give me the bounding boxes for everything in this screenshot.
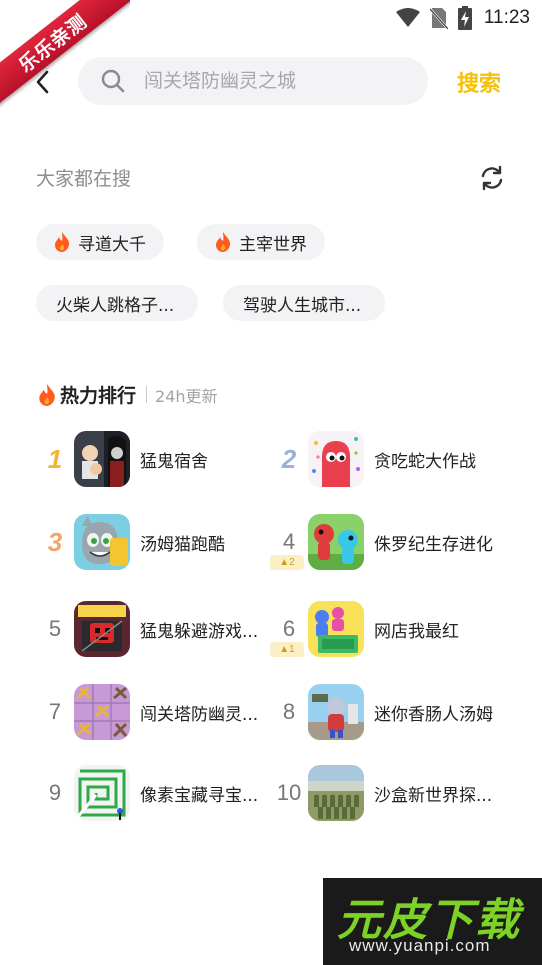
sausage-man-icon (308, 684, 364, 740)
search-icon (101, 69, 125, 93)
battery-charging-icon (457, 6, 472, 30)
hot-search-chip[interactable]: 火柴人跳格子... (36, 285, 198, 321)
ranking-item[interactable]: 3 汤姆猫跑酷 (36, 513, 286, 571)
hot-search-chip[interactable]: 驾驶人生城市... (223, 285, 385, 321)
ranking-title: 热力排行 (60, 385, 137, 407)
pixel-maze-icon (74, 765, 130, 821)
chip-label: 驾驶人生城市... (243, 295, 362, 316)
game-name: 猛鬼宿舍 (140, 451, 208, 472)
tower-defense-icon (74, 684, 130, 740)
back-button[interactable] (28, 67, 58, 97)
rank-change-badge: ▲1 (270, 642, 304, 657)
rank-number: 3 (47, 526, 63, 557)
game-name: 侏罗纪生存进化 (374, 534, 493, 555)
refresh-button[interactable] (478, 164, 506, 192)
rank-number: 7 (48, 699, 62, 724)
game-name: 沙盒新世界探... (374, 785, 493, 806)
rank-change-badge: ▲2 (270, 555, 304, 570)
ranking-item[interactable]: 5 猛鬼躲避游戏... (36, 600, 286, 658)
hot-search-title: 大家都在搜 (36, 168, 132, 190)
fire-icon (39, 383, 55, 406)
rank-number: 6 ▲1 (270, 616, 308, 657)
tom-cat-run-icon (74, 514, 130, 570)
rank-number: 4 ▲2 (270, 529, 308, 570)
game-name: 闯关塔防幽灵... (140, 704, 259, 725)
rank-number: 9 (48, 780, 62, 805)
search-button[interactable]: 搜索 (457, 66, 501, 98)
rank-number: 10 (276, 780, 302, 805)
game-name: 贪吃蛇大作战 (374, 451, 476, 472)
rank-change-value: 1 (289, 644, 295, 655)
rank-number: 1 (47, 443, 63, 474)
game-name: 网店我最红 (374, 621, 459, 642)
watermark-logo: 元皮下载 www.yuanpi.com (323, 878, 542, 965)
jurassic-icon (308, 514, 364, 570)
hot-search-header: 大家都在搜 (36, 164, 506, 192)
ranking-item[interactable]: 7 闯关塔防幽灵... (36, 683, 286, 741)
ghost-escape-icon (74, 601, 130, 657)
online-shop-icon (308, 601, 364, 657)
ranking-header: 热力排行 24h更新 (38, 381, 218, 408)
fire-icon (216, 232, 231, 252)
search-input[interactable] (144, 70, 394, 92)
ranking-divider (146, 386, 148, 403)
ghost-dorm-icon (74, 431, 130, 487)
chip-label: 火柴人跳格子... (56, 295, 175, 316)
game-name: 像素宝藏寻宝... (140, 785, 259, 806)
chevron-left-icon (36, 70, 49, 94)
rank-number-text: 6 (282, 616, 296, 641)
ranking-item[interactable]: 8 迷你香肠人汤姆 (270, 683, 520, 741)
ranking-item[interactable]: 9 像素宝藏寻宝... (36, 764, 286, 822)
status-icons: 11:23 (395, 6, 530, 30)
watermark-url: www.yuanpi.com (349, 936, 491, 955)
status-bar: 11:23 (0, 0, 542, 38)
ranking-item[interactable]: 4 ▲2 侏罗纪生存进化 (270, 513, 520, 571)
search-box[interactable] (78, 57, 428, 105)
ranking-item[interactable]: 1 猛鬼宿舍 (36, 430, 286, 488)
hot-search-chip[interactable]: 主宰世界 (197, 224, 325, 260)
rank-number: 2 (281, 443, 297, 474)
wifi-icon (395, 8, 420, 27)
refresh-icon (481, 165, 503, 191)
chip-label: 主宰世界 (239, 234, 307, 255)
chip-label: 寻道大千 (78, 234, 146, 255)
game-name: 迷你香肠人汤姆 (374, 704, 493, 725)
search-bar: 搜索 (0, 57, 542, 107)
no-sim-icon (429, 8, 448, 29)
ranking-item[interactable]: 6 ▲1 网店我最红 (270, 600, 520, 658)
rank-number: 8 (282, 699, 296, 724)
ranking-subtitle: 24h更新 (155, 386, 218, 406)
rank-number: 5 (48, 616, 62, 641)
sandbox-army-icon (308, 765, 364, 821)
game-name: 猛鬼躲避游戏... (140, 621, 259, 642)
fire-icon (55, 232, 70, 252)
ranking-item[interactable]: 10 沙盒新世界探... (270, 764, 520, 822)
snake-battle-icon (308, 431, 364, 487)
status-time: 11:23 (483, 7, 530, 28)
rank-change-value: 2 (289, 557, 295, 568)
hot-search-chip[interactable]: 寻道大千 (36, 224, 164, 260)
game-name: 汤姆猫跑酷 (140, 534, 225, 555)
rank-number-text: 4 (282, 529, 296, 554)
ranking-item[interactable]: 2 贪吃蛇大作战 (270, 430, 520, 488)
